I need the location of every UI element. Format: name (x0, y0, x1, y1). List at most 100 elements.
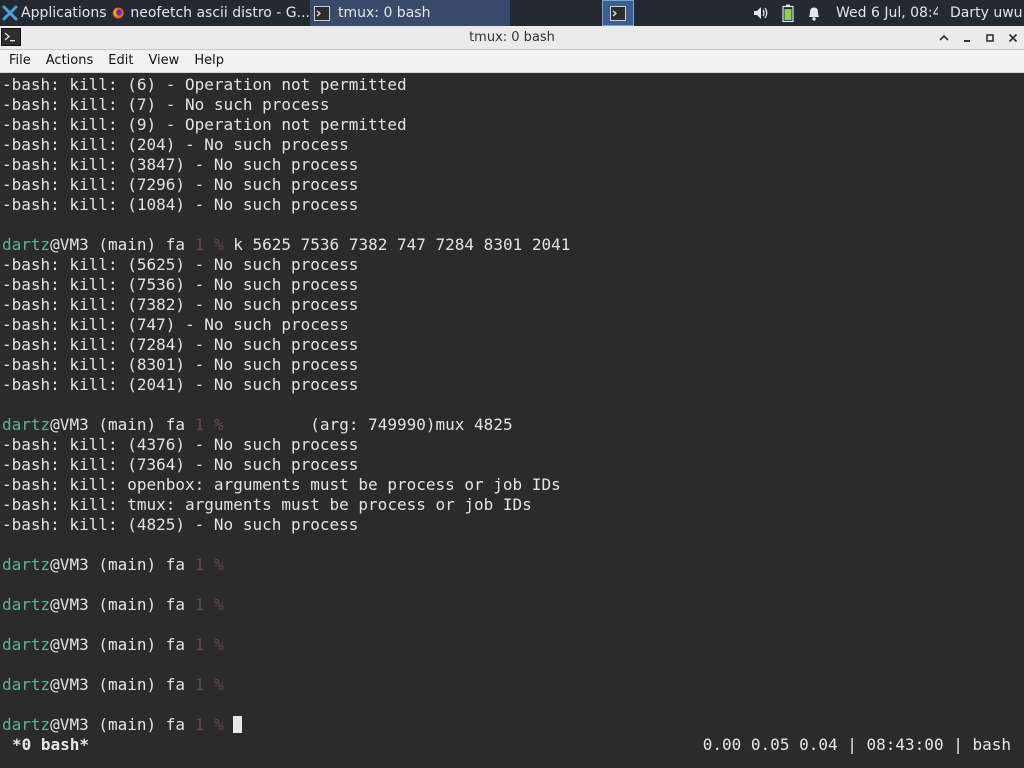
taskbar-item-label: tmux: 0 bash (338, 5, 431, 21)
shell-prompt-line: dartz@VM3 (main) fa 1 % (2, 635, 224, 655)
shell-prompt-line: dartz@VM3 (main) fa 1 % k 5625 7536 7382… (2, 235, 570, 255)
maximize-button[interactable] (981, 29, 999, 47)
prompt-user: dartz (2, 595, 51, 614)
prompt-job-count: 1 (194, 635, 205, 654)
menu-file[interactable]: File (0, 50, 37, 72)
terminal-output-line: -bash: kill: (6) - Operation not permitt… (2, 75, 407, 94)
terminal-output-line: -bash: kill: (7536) - No such process (2, 275, 359, 294)
chevron-up-icon (939, 34, 949, 41)
terminal-output-line: -bash: kill: (5625) - No such process (2, 255, 359, 274)
shell-prompt-line: dartz@VM3 (main) fa 1 % (2, 675, 224, 695)
volume-icon[interactable] (752, 4, 770, 22)
workspace-switcher[interactable] (602, 0, 634, 26)
notification-bell-icon[interactable] (806, 4, 822, 22)
window-titlebar[interactable]: tmux: 0 bash (0, 26, 1024, 50)
terminal-icon (610, 5, 626, 21)
prompt-command: k 5625 7536 7382 747 7284 8301 2041 (223, 235, 571, 254)
terminal-output-line: -bash: kill: (4376) - No such process (2, 435, 359, 454)
prompt-user: dartz (2, 715, 51, 734)
prompt-job-count: 1 (194, 675, 205, 694)
taskbar-item-firefox[interactable]: neofetch ascii distro - G... (110, 0, 310, 26)
window-title: tmux: 0 bash (469, 30, 555, 45)
prompt-symbol: % (213, 595, 224, 614)
prompt-symbol: % (213, 715, 224, 734)
prompt-user: dartz (2, 675, 51, 694)
terminal-output-line: -bash: kill: (204) - No such process (2, 135, 349, 154)
prompt-symbol: % (213, 415, 224, 434)
prompt-job-count: 1 (194, 235, 205, 254)
tmux-status-bar: *0 bash* 0.00 0.05 0.04 | 08:43:00 | bas… (0, 734, 1024, 756)
applications-label: Applications (21, 5, 107, 21)
menu-help[interactable]: Help (185, 50, 230, 72)
terminal-output-line: -bash: kill: (2041) - No such process (2, 375, 359, 394)
menu-actions[interactable]: Actions (37, 50, 100, 72)
prompt-user: dartz (2, 555, 51, 574)
terminal-output-line: -bash: kill: openbox: arguments must be … (2, 475, 561, 494)
prompt-user: dartz (2, 235, 51, 254)
minimize-icon (964, 40, 970, 42)
prompt-command: (arg: 749990)mux 4825 (223, 415, 513, 434)
prompt-host-dir: @VM3 (main) fa (50, 675, 195, 694)
terminal-output-line: -bash: kill: (7364) - No such process (2, 455, 359, 474)
prompt-symbol: % (213, 675, 224, 694)
maximize-icon (986, 34, 994, 42)
prompt-host-dir: @VM3 (main) fa (50, 635, 195, 654)
taskbar-item-terminal[interactable]: tmux: 0 bash (310, 0, 510, 26)
terminal-output-line: -bash: kill: tmux: arguments must be pro… (2, 495, 532, 514)
prompt-host-dir: @VM3 (main) fa (50, 555, 195, 574)
shell-prompt-line: dartz@VM3 (main) fa 1 % (2, 595, 224, 615)
prompt-job-count: 1 (194, 595, 205, 614)
terminal-output-line: -bash: kill: (3847) - No such process (2, 155, 359, 174)
prompt-command (224, 715, 234, 734)
terminal-icon (314, 5, 330, 21)
shade-button[interactable] (935, 29, 953, 47)
terminal-output-line: -bash: kill: (9) - Operation not permitt… (2, 115, 407, 134)
terminal-output-line: -bash: kill: (4825) - No such process (2, 515, 359, 534)
prompt-job-count: 1 (194, 415, 205, 434)
prompt-host-dir: @VM3 (main) fa (50, 595, 195, 614)
terminal-output-line: -bash: kill: (7296) - No such process (2, 175, 359, 194)
panel-user-label[interactable]: Darty uwu (950, 0, 1024, 26)
minimize-button[interactable] (958, 29, 976, 47)
prompt-host-dir: @VM3 (main) fa (50, 415, 195, 434)
terminal-output-line: -bash: kill: (747) - No such process (2, 315, 349, 334)
battery-icon[interactable] (781, 4, 795, 22)
applications-menu-button[interactable]: Applications (0, 0, 110, 26)
shell-prompt-line: dartz@VM3 (main) fa 1 % (2, 715, 243, 734)
panel-clock[interactable]: Wed 6 Jul, 08:43 (836, 0, 938, 26)
close-button[interactable] (1004, 29, 1022, 47)
prompt-host-dir: @VM3 (main) fa (50, 715, 195, 734)
firefox-icon (112, 7, 124, 19)
prompt-host-dir: @VM3 (main) fa (50, 235, 195, 254)
terminal-output[interactable]: -bash: kill: (6) - Operation not permitt… (0, 74, 1024, 734)
terminal-output-line: -bash: kill: (8301) - No such process (2, 355, 359, 374)
terminal-output-line: -bash: kill: (7) - No such process (2, 95, 330, 114)
tmux-window-list[interactable]: *0 bash* (12, 735, 89, 754)
top-panel: Applications neofetch ascii distro - G..… (0, 0, 1024, 26)
terminal-output-line: -bash: kill: (7382) - No such process (2, 295, 359, 314)
prompt-symbol: % (213, 635, 224, 654)
menu-edit[interactable]: Edit (99, 50, 139, 72)
close-icon (1008, 33, 1018, 43)
menu-view[interactable]: View (139, 50, 185, 72)
menu-bar: File Actions Edit View Help (0, 50, 1024, 73)
prompt-symbol: % (213, 235, 224, 254)
prompt-user: dartz (2, 415, 51, 434)
shell-prompt-line: dartz@VM3 (main) fa 1 % (arg: 749990)mux… (2, 415, 513, 435)
terminal-output-line: -bash: kill: (1084) - No such process (2, 195, 359, 214)
prompt-job-count: 1 (194, 715, 205, 734)
prompt-job-count: 1 (194, 555, 205, 574)
shell-prompt-line: dartz@VM3 (main) fa 1 % (2, 555, 224, 575)
tmux-status-right: 0.00 0.05 0.04 | 08:43:00 | bash (702, 735, 1011, 754)
prompt-user: dartz (2, 635, 51, 654)
prompt-symbol: % (213, 555, 224, 574)
xfce-logo-icon (2, 5, 18, 21)
terminal-cursor (233, 716, 243, 733)
taskbar-item-label: neofetch ascii distro - G... (130, 5, 310, 21)
